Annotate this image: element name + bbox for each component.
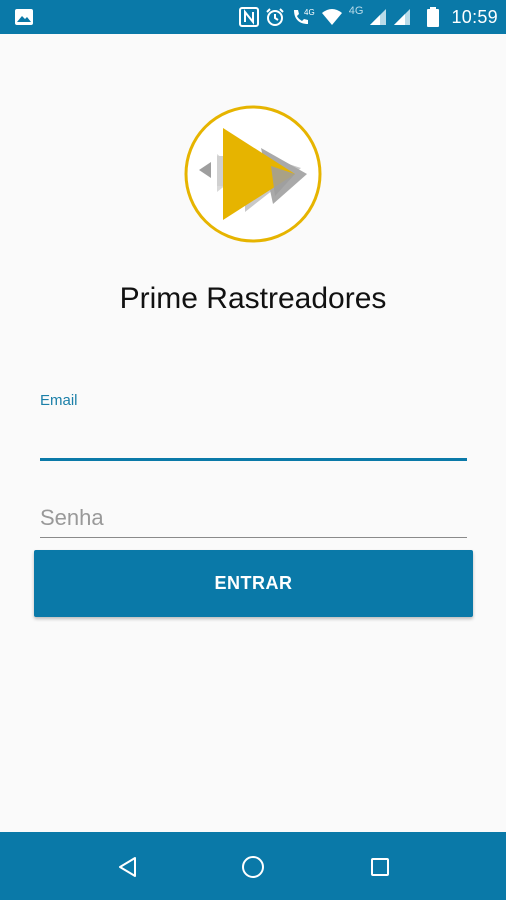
clock: 10:59 <box>451 6 498 27</box>
status-bar: 4G 4G 10:59 <box>0 0 506 34</box>
app-title: Prime Rastreadores <box>119 282 387 315</box>
nfc-icon <box>238 7 259 27</box>
email-underline <box>40 458 467 461</box>
email-input[interactable] <box>40 418 467 454</box>
recents-icon[interactable] <box>365 852 395 882</box>
volte-call-icon: 4G <box>291 7 315 27</box>
password-input[interactable] <box>40 500 467 536</box>
wifi-icon <box>321 8 343 26</box>
back-icon[interactable] <box>112 852 142 882</box>
image-notification-icon <box>14 8 34 31</box>
enter-button[interactable]: ENTRAR <box>34 550 473 617</box>
app-logo <box>183 104 323 244</box>
network-type-label: 4G <box>348 5 364 17</box>
home-icon[interactable] <box>238 852 268 882</box>
svg-text:4G: 4G <box>304 8 315 17</box>
signal-icon <box>393 8 411 26</box>
signal-icon <box>369 8 387 26</box>
password-underline <box>40 537 467 538</box>
navigation-bar <box>0 832 506 900</box>
battery-icon <box>427 7 440 27</box>
alarm-icon <box>265 7 285 27</box>
email-label: Email <box>40 392 78 409</box>
